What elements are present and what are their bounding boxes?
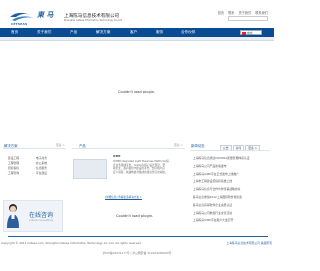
solution-item[interactable]: 平台建设 bbox=[34, 171, 64, 176]
solutions-list-1: 建设工程 工程管理 招标投标 工程咨询 bbox=[6, 156, 36, 176]
product-name: ICMP bbox=[113, 155, 121, 158]
top-link-about[interactable]: 关于我们 bbox=[238, 11, 251, 15]
top-link-home[interactable]: 首页 bbox=[218, 11, 224, 15]
products-more-link[interactable]: 更多 > bbox=[174, 143, 183, 147]
solutions-list-2: 电子商务 办公系统 信息服务 平台建设 bbox=[34, 156, 64, 176]
banner-plugin-area bbox=[0, 41, 274, 136]
news-item[interactable]: 上海市工程建设招投标系统上线 bbox=[191, 179, 271, 187]
product-image[interactable] bbox=[73, 159, 107, 179]
nav-services[interactable]: 服务 bbox=[156, 30, 163, 35]
news-title: 新闻动态 bbox=[191, 144, 205, 148]
banner-plugin-message: Couldn't load plugin. bbox=[118, 90, 156, 94]
news-divider bbox=[190, 150, 270, 151]
nav-customers[interactable]: 客户 bbox=[130, 30, 137, 35]
company-name-english: Shanghai Cetsea Information Technology C… bbox=[64, 19, 123, 22]
nav-solutions[interactable]: 解决方案 bbox=[96, 30, 110, 35]
flag-icon bbox=[242, 32, 246, 35]
logo-text: 東 马 bbox=[37, 10, 54, 19]
customer-service-icon bbox=[7, 204, 19, 228]
footer-divider bbox=[8, 236, 268, 237]
footer-copyright: Copyright © 2011 Cetsea.com, Shanghai Ce… bbox=[1, 241, 142, 245]
logo-english: CETSEAS bbox=[11, 22, 28, 26]
footer-company: 上海陈马信息技术有限公司 版权所有 bbox=[226, 241, 272, 245]
news-item[interactable]: 陈马信息获得软件企业资质认证 bbox=[191, 203, 271, 211]
news-item[interactable]: 上海陈马公司产品新版发布 bbox=[191, 164, 271, 172]
news-list: 上海陈马信息通过ISO9001质量管理体系认证 上海陈马公司产品新版发布 上海陈… bbox=[191, 156, 271, 226]
search-input[interactable] bbox=[228, 16, 268, 21]
top-links: 首页 联系 关于我们 联系我们 bbox=[215, 10, 268, 15]
online-consulting-subtitle: online consulting bbox=[29, 218, 53, 222]
product-description: ICMP(Integrated Light Business Platform)… bbox=[113, 160, 169, 174]
nav-about[interactable]: 关于我们 bbox=[37, 30, 51, 35]
solutions-more-link[interactable]: 更多 > bbox=[56, 143, 65, 147]
footer-icp: 沪ICP备10031277号 | 沪公网安备 310104000000号 bbox=[102, 251, 172, 255]
news-item[interactable]: 上海陈马公司参加行业交流活动 bbox=[191, 211, 271, 219]
solutions-divider bbox=[3, 148, 66, 149]
news-item[interactable]: 陈马信息参加2012上海国际软件博览会 bbox=[191, 195, 271, 203]
news-item[interactable]: 上海陈马ICMP平台正式发布上线推广 bbox=[191, 172, 271, 180]
top-link-contact[interactable]: 联系 bbox=[228, 11, 234, 15]
news-item[interactable]: 上海陈马信息通过ISO9001质量管理体系认证 bbox=[191, 156, 271, 164]
nav-home[interactable]: 首页 bbox=[11, 30, 18, 35]
products-divider bbox=[72, 148, 185, 149]
product-detail-link[interactable]: [详细信息] 查看更多解决方案 > bbox=[105, 196, 142, 200]
solution-item[interactable]: 工程咨询 bbox=[6, 171, 36, 176]
top-link-contact-us[interactable]: 联系我们 bbox=[255, 11, 268, 15]
nav-products[interactable]: 产品 bbox=[70, 30, 77, 35]
language-select[interactable]: 中文 bbox=[240, 30, 262, 35]
news-item[interactable]: 上海陈马信息与合作伙伴签署战略协议 bbox=[191, 187, 271, 195]
nav-partners[interactable]: 合作伙伴 bbox=[181, 30, 195, 35]
news-item[interactable]: 上海陈马ICMP平台用户大会召开 bbox=[191, 218, 271, 226]
main-nav: 首页 关于我们 产品 解决方案 客户 服务 合作伙伴 中文 bbox=[0, 28, 274, 37]
products-plugin-message: Couldn't load plugin. bbox=[116, 214, 154, 218]
